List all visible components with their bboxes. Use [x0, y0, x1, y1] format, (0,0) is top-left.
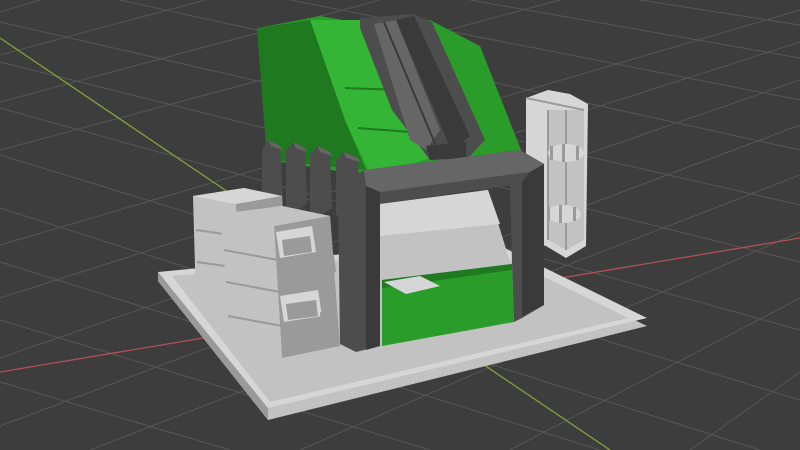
capsule-bottom [545, 205, 581, 223]
capsule-top [548, 144, 584, 162]
3d-viewport[interactable] [0, 0, 800, 450]
viewport-canvas[interactable] [0, 0, 800, 450]
